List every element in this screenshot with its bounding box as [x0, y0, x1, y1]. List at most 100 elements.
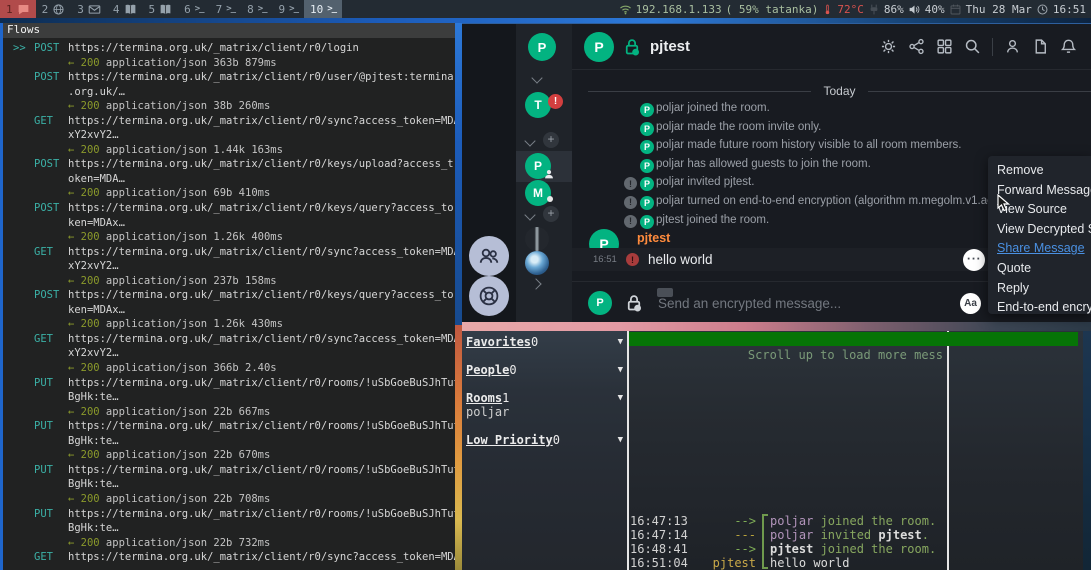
- flow-entry[interactable]: POSThttps://termina.org.uk/_matrix/clien…: [3, 201, 455, 216]
- workspace-3[interactable]: 3: [71, 0, 107, 18]
- event-info-icon: !: [624, 196, 637, 209]
- message-input[interactable]: Send an encrypted message...: [658, 296, 841, 311]
- flow-entry[interactable]: GEThttps://termina.org.uk/_matrix/client…: [3, 245, 455, 260]
- workspace-6[interactable]: 6>_: [178, 0, 209, 18]
- workspace-10[interactable]: 10>_: [304, 0, 342, 18]
- menu-item-share-message[interactable]: Share Message: [997, 239, 1091, 259]
- menu-item-view-source[interactable]: View Source: [997, 200, 1091, 220]
- section-count: 0: [509, 363, 516, 377]
- line-time: 16:47:13: [630, 514, 690, 528]
- section-label: Low Priority: [466, 433, 553, 447]
- people-button[interactable]: [469, 236, 509, 276]
- flow-url-wrap[interactable]: BgHk:te…: [3, 521, 455, 536]
- workspace-8[interactable]: 8>_: [241, 0, 272, 18]
- room-avatar-globe[interactable]: [525, 251, 549, 275]
- flow-response[interactable]: ← 200 application/json 1.26k 400ms: [3, 230, 455, 245]
- flow-response[interactable]: ← 200 application/json 237b 158ms: [3, 274, 455, 289]
- flow-response[interactable]: ← 200 application/json 363b 879ms: [3, 56, 455, 71]
- workspace-4[interactable]: 4: [107, 0, 143, 18]
- menu-item-reply[interactable]: Reply: [997, 279, 1091, 299]
- flow-entry[interactable]: POSThttps://termina.org.uk/_matrix/clien…: [3, 70, 455, 85]
- files-icon[interactable]: [1032, 38, 1049, 55]
- workspace-2[interactable]: 2: [36, 0, 72, 18]
- event-avatar: P: [640, 122, 654, 136]
- room-header-avatar[interactable]: P: [584, 32, 614, 62]
- flow-url-wrap[interactable]: BgHk:te…: [3, 434, 455, 449]
- flow-method: PUT: [34, 507, 68, 522]
- flow-response[interactable]: ← 200 application/json 69b 410ms: [3, 186, 455, 201]
- flow-entry[interactable]: GEThttps://termina.org.uk/_matrix/client…: [3, 550, 455, 565]
- flow-url-wrap[interactable]: xY2xvY2…: [3, 565, 455, 567]
- people-pair-icon: [477, 244, 501, 268]
- flow-response[interactable]: ← 200 application/json 22b 670ms: [3, 448, 455, 463]
- flow-response-meta: application/json 1.26k 430ms: [100, 318, 283, 330]
- flow-url-wrap[interactable]: ken=MDAx…: [3, 216, 455, 231]
- flow-response[interactable]: ← 200 application/json 38b 260ms: [3, 99, 455, 114]
- flow-entry[interactable]: PUThttps://termina.org.uk/_matrix/client…: [3, 463, 455, 478]
- chevron-down-icon[interactable]: [524, 135, 535, 146]
- workspace-5[interactable]: 5: [143, 0, 179, 18]
- room-avatar-panel: P T ! + P M +: [516, 24, 572, 322]
- flow-url-wrap[interactable]: xY2xvY2…: [3, 346, 455, 361]
- chevron-down-icon[interactable]: [524, 209, 535, 220]
- user-avatar[interactable]: P: [528, 33, 556, 61]
- flow-entry[interactable]: PUThttps://termina.org.uk/_matrix/client…: [3, 507, 455, 522]
- flow-response[interactable]: ← 200 application/json 1.44k 163ms: [3, 143, 455, 158]
- apps-grid-icon[interactable]: [936, 38, 953, 55]
- flow-response[interactable]: ← 200 application/json 1.26k 430ms: [3, 317, 455, 332]
- flow-response[interactable]: ← 200 application/json 22b 667ms: [3, 405, 455, 420]
- members-icon[interactable]: [1004, 38, 1021, 55]
- flow-response[interactable]: ← 200 application/json 22b 732ms: [3, 536, 455, 551]
- flow-status-code: ← 200: [68, 537, 100, 549]
- message-options-button[interactable]: ···: [963, 249, 985, 271]
- menu-item-end-to-end-encry[interactable]: End-to-end encry: [997, 298, 1091, 314]
- roomlist-header[interactable]: Low Priority 0▼: [462, 433, 627, 447]
- chevron-right-icon[interactable]: [530, 278, 541, 289]
- room-avatar-obelisk[interactable]: [525, 227, 549, 251]
- search-icon[interactable]: [964, 38, 981, 55]
- room-item[interactable]: poljar: [462, 405, 627, 419]
- flow-status-code: ← 200: [68, 449, 100, 461]
- add-room-button[interactable]: +: [543, 132, 559, 148]
- section-label: Rooms: [466, 391, 502, 405]
- menu-item-forward-message[interactable]: Forward Message: [997, 181, 1091, 201]
- menu-item-quote[interactable]: Quote: [997, 259, 1091, 279]
- settings-gear-icon[interactable]: [880, 38, 897, 55]
- menu-item-remove[interactable]: Remove: [997, 161, 1091, 181]
- flow-entry[interactable]: POSThttps://termina.org.uk/_matrix/clien…: [3, 288, 455, 303]
- flow-url-wrap[interactable]: ken=MDAx…: [3, 303, 455, 318]
- tui-titlebar: [629, 332, 1078, 346]
- roomlist-header[interactable]: Favorites 0▼: [462, 335, 627, 349]
- workspace-1[interactable]: 1: [0, 0, 36, 18]
- notifications-bell-icon[interactable]: [1060, 38, 1077, 55]
- formatting-hint-pill: [657, 288, 673, 297]
- flow-method: PUT: [34, 463, 68, 478]
- menu-item-view-decrypted-s[interactable]: View Decrypted S: [997, 220, 1091, 240]
- flow-url-wrap[interactable]: oken=MDA…: [3, 172, 455, 187]
- chevron-down-icon[interactable]: [531, 72, 542, 83]
- flow-entry[interactable]: >>POSThttps://termina.org.uk/_matrix/cli…: [3, 41, 455, 56]
- explore-button[interactable]: [469, 276, 509, 316]
- add-room-button[interactable]: +: [543, 206, 559, 222]
- roomlist-header[interactable]: Rooms 1▼: [462, 391, 627, 405]
- flow-entry[interactable]: PUThttps://termina.org.uk/_matrix/client…: [3, 376, 455, 391]
- flow-url-wrap[interactable]: BgHk:te…: [3, 390, 455, 405]
- flow-entry[interactable]: PUThttps://termina.org.uk/_matrix/client…: [3, 419, 455, 434]
- flow-url-wrap[interactable]: BgHk:te…: [3, 477, 455, 492]
- workspace-9[interactable]: 9>_: [273, 0, 304, 18]
- format-toggle-button[interactable]: Aa: [960, 293, 981, 314]
- roomlist-header[interactable]: People 0▼: [462, 363, 627, 377]
- flow-url-wrap[interactable]: xY2xvY2…: [3, 259, 455, 274]
- flow-url-wrap[interactable]: .org.uk/…: [3, 85, 455, 100]
- workspace-7[interactable]: 7>_: [210, 0, 241, 18]
- section-count: 0: [553, 433, 560, 447]
- flow-url-wrap[interactable]: xY2xvY2…: [3, 128, 455, 143]
- share-icon[interactable]: [908, 38, 925, 55]
- room-avatar-t[interactable]: T: [525, 92, 551, 118]
- flow-response[interactable]: ← 200 application/json 366b 2.40s: [3, 361, 455, 376]
- flow-entry[interactable]: POSThttps://termina.org.uk/_matrix/clien…: [3, 157, 455, 172]
- flow-entry[interactable]: GEThttps://termina.org.uk/_matrix/client…: [3, 332, 455, 347]
- flow-entry[interactable]: GEThttps://termina.org.uk/_matrix/client…: [3, 114, 455, 129]
- room-avatar-m[interactable]: M: [525, 180, 551, 206]
- flow-response[interactable]: ← 200 application/json 22b 708ms: [3, 492, 455, 507]
